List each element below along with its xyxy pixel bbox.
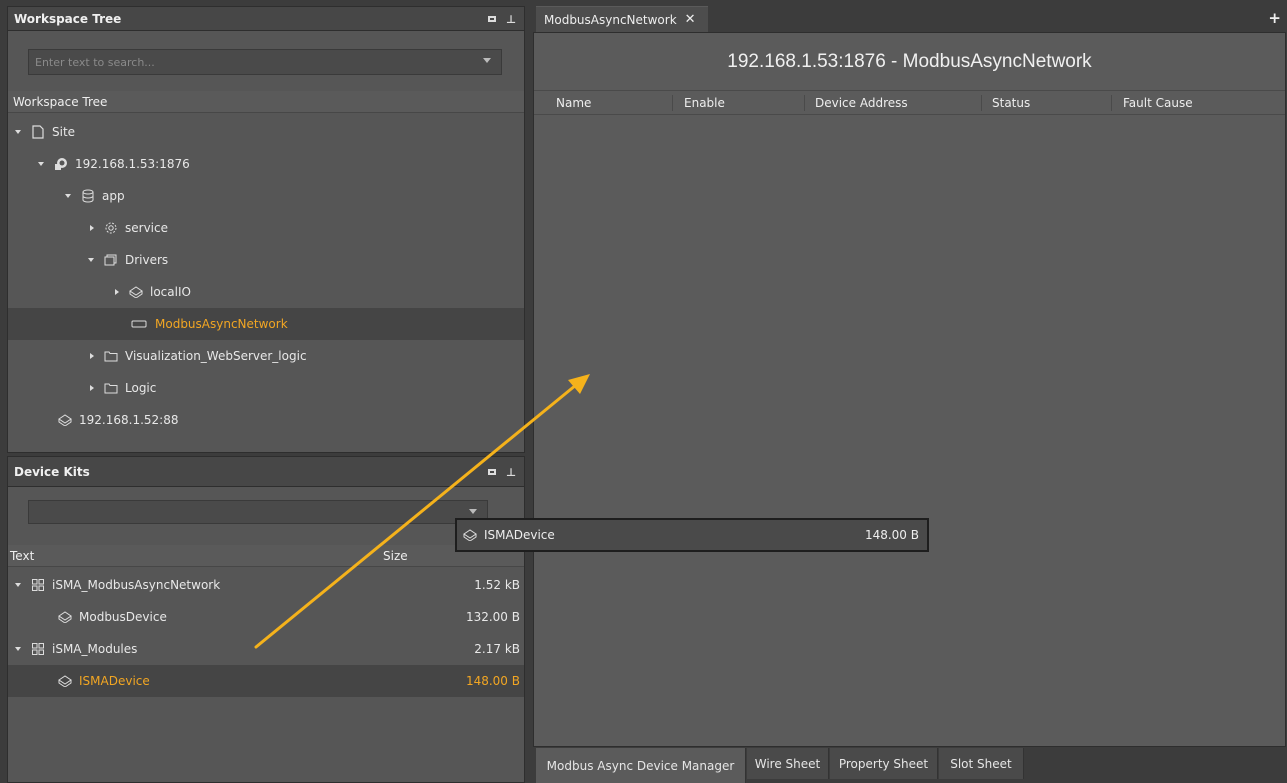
workspace-tree-panel: Workspace Tree ⊥ Enter text to search...… [7, 6, 525, 453]
gear-icon [104, 221, 118, 235]
editor-tab-bar: ModbusAsyncNetwork ✕ + [528, 6, 1287, 32]
device-icon [58, 610, 72, 624]
tree-item-drivers[interactable]: Drivers [8, 244, 524, 276]
dropdown-caret-icon[interactable] [469, 509, 477, 514]
maximize-icon[interactable] [487, 16, 496, 22]
column-text[interactable]: Text [10, 549, 34, 563]
workspace-tree-title: Workspace Tree [14, 11, 122, 26]
tree-item-localio[interactable]: localIO [8, 276, 524, 308]
device-kits-header: Device Kits ⊥ [8, 457, 524, 487]
kit-icon [31, 642, 45, 656]
column-fault-cause[interactable]: Fault Cause [1123, 96, 1193, 110]
kit-icon [31, 578, 45, 592]
kit-item-ismadevice[interactable]: ISMADevice 148.00 B [8, 665, 524, 697]
device-manager-view: 192.168.1.53:1876 - ModbusAsyncNetwork N… [533, 32, 1286, 747]
network-icon [130, 317, 148, 331]
device-table-header: Name Enable Device Address Status Fault … [534, 91, 1285, 115]
tree-item-site[interactable]: Site [8, 116, 524, 148]
pin-icon[interactable]: ⊥ [506, 13, 516, 26]
add-tab-icon[interactable]: + [1268, 9, 1281, 27]
collapsed-arrow-icon[interactable] [90, 353, 94, 359]
tree-item-logic[interactable]: Logic [8, 372, 524, 404]
device-kits-panel: Device Kits ⊥ Text Size iSMA_ModbusAsync… [7, 456, 525, 783]
workspace-tree-header: Workspace Tree ⊥ [8, 7, 524, 31]
workspace-search-input[interactable]: Enter text to search... [28, 49, 502, 75]
expand-icon[interactable] [15, 583, 21, 587]
workspace-column-header: Workspace Tree [8, 91, 524, 113]
page-title: 192.168.1.53:1876 - ModbusAsyncNetwork [534, 33, 1285, 91]
kit-item-ismamodules[interactable]: iSMA_Modules 2.17 kB [8, 633, 524, 665]
column-name[interactable]: Name [556, 96, 591, 110]
device-icon [58, 413, 72, 427]
expand-icon[interactable] [38, 162, 44, 166]
column-device-address[interactable]: Device Address [815, 96, 908, 110]
device-kits-title: Device Kits [14, 464, 90, 479]
tree-item-app[interactable]: app [8, 180, 524, 212]
tab-slot-sheet[interactable]: Slot Sheet [939, 748, 1024, 779]
view-tab-bar: Modbus Async Device Manager Wire Sheet P… [533, 748, 1287, 783]
column-status[interactable]: Status [992, 96, 1030, 110]
folder-icon [104, 349, 118, 363]
device-icon [129, 285, 143, 299]
maximize-icon[interactable] [487, 469, 496, 475]
column-enable[interactable]: Enable [684, 96, 725, 110]
tab-modbus-async-device-manager[interactable]: Modbus Async Device Manager [536, 748, 746, 783]
database-icon [81, 189, 95, 203]
tree-item-station-53[interactable]: 192.168.1.53:1876 [8, 148, 524, 180]
tab-property-sheet[interactable]: Property Sheet [830, 748, 938, 779]
tree-item-station-52[interactable]: 192.168.1.52:88 [8, 404, 524, 436]
close-icon[interactable]: ✕ [685, 12, 696, 27]
expand-icon[interactable] [15, 130, 21, 134]
drivers-icon [104, 253, 118, 267]
device-icon [463, 528, 477, 542]
drag-ghost-item: ISMADevice 148.00 B [455, 518, 929, 552]
collapsed-arrow-icon[interactable] [90, 225, 94, 231]
expand-icon[interactable] [65, 194, 71, 198]
device-icon [58, 674, 72, 688]
kit-item-ismamodbusasyncnetwork[interactable]: iSMA_ModbusAsyncNetwork 1.52 kB [8, 569, 524, 601]
tab-modbusasyncnetwork[interactable]: ModbusAsyncNetwork ✕ [536, 6, 708, 32]
dropdown-caret-icon[interactable] [483, 58, 491, 63]
station-icon [54, 157, 68, 171]
pin-icon[interactable]: ⊥ [506, 466, 516, 479]
kit-item-modbusdevice[interactable]: ModbusDevice 132.00 B [8, 601, 524, 633]
device-kits-search-input[interactable] [28, 500, 488, 524]
tree-item-modbusasyncnetwork[interactable]: ModbusAsyncNetwork [8, 308, 524, 340]
folder-icon [104, 381, 118, 395]
collapsed-arrow-icon[interactable] [90, 385, 94, 391]
column-size[interactable]: Size [383, 549, 408, 563]
expand-icon[interactable] [88, 258, 94, 262]
expand-icon[interactable] [15, 647, 21, 651]
device-kits-column-header: Text Size [8, 545, 524, 567]
file-icon [31, 125, 45, 139]
tree-item-service[interactable]: service [8, 212, 524, 244]
collapsed-arrow-icon[interactable] [115, 289, 119, 295]
tab-wire-sheet[interactable]: Wire Sheet [747, 748, 829, 779]
tree-item-visualization[interactable]: Visualization_WebServer_logic [8, 340, 524, 372]
